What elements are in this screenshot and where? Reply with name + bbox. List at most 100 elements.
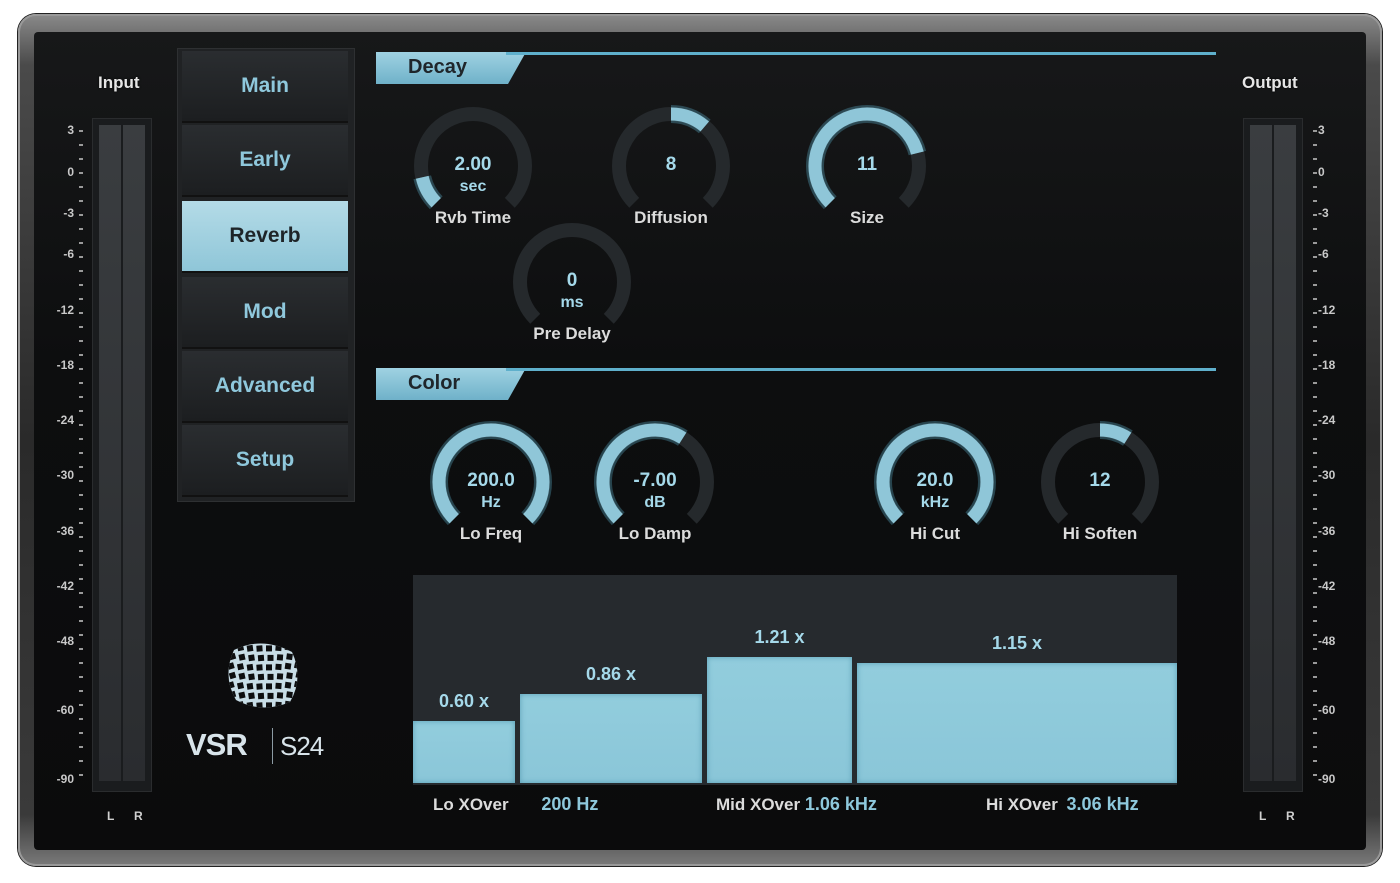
logo-mesh-cell (284, 662, 292, 670)
output-meter-title: Output (1242, 73, 1298, 92)
logo-mesh-cell (266, 664, 272, 671)
meter-tick (1313, 620, 1317, 622)
meter-tick (1313, 172, 1317, 174)
logo-mesh-cell (256, 645, 263, 652)
lo-freq-unit: Hz (481, 494, 501, 511)
meter-tick (1313, 186, 1317, 188)
color-section-line (506, 368, 1216, 371)
pre-delay-label: Pre Delay (533, 324, 611, 343)
diffusion-knob[interactable]: 8 Diffusion (606, 104, 736, 234)
meter-tick (79, 774, 83, 776)
meter-scale-label: -24 (56, 413, 74, 427)
logo-mesh-cell (286, 653, 293, 661)
meter-tick (1313, 592, 1317, 594)
logo-mesh-cell (295, 671, 298, 679)
pre-delay-knob[interactable]: 0 ms Pre Delay (507, 220, 637, 350)
lo-xover-label: Lo XOver (433, 795, 509, 814)
size-label: Size (849, 208, 885, 227)
tab-reverb[interactable]: Reverb (182, 201, 348, 273)
hi-cut-knob[interactable]: 20.0 kHz Hi Cut (870, 420, 1000, 550)
input-channel-right: R (134, 809, 143, 823)
hi-xover[interactable]: Hi XOver 3.06 kHz (986, 794, 1139, 815)
brand-divider (272, 728, 273, 764)
meter-tick (1313, 690, 1317, 692)
meter-scale-label: -18 (1318, 358, 1336, 372)
meter-tick (79, 298, 83, 300)
logo-mesh-cell (238, 691, 246, 699)
logo-mesh-cell (267, 692, 274, 699)
tab-early[interactable]: Early (182, 125, 348, 197)
rvb-time-knob[interactable]: 2.00 sec Rvb Time (408, 104, 538, 234)
meter-tick (1313, 200, 1317, 202)
meter-tick (79, 494, 83, 496)
output-meter (1243, 118, 1303, 792)
tab-setup[interactable]: Setup (182, 425, 348, 497)
lo-freq-label: Lo Freq (459, 524, 523, 543)
tab-main[interactable]: Main (182, 51, 348, 123)
lo-damp-unit: dB (644, 494, 666, 511)
meter-tick (1313, 774, 1317, 776)
input-meter-title: Input (98, 73, 140, 92)
meter-scale-label: -90 (1318, 772, 1336, 786)
input-meter-right-bar (123, 125, 145, 781)
tab-mod[interactable]: Mod (182, 277, 348, 349)
size-knob[interactable]: 11 Size (802, 104, 932, 234)
logo-mesh-cell (266, 645, 272, 652)
logo-mesh-cell (286, 672, 293, 680)
meter-scale-label: -24 (1318, 413, 1336, 427)
lo-xover-value[interactable]: 200 Hz (541, 794, 598, 814)
meter-tick (79, 648, 83, 650)
meter-scale-label: -48 (1318, 634, 1336, 648)
band-bar[interactable] (707, 657, 852, 783)
band-bar[interactable] (857, 663, 1177, 783)
lo-damp-knob[interactable]: -7.00 dB Lo Damp (590, 420, 720, 550)
meter-tick (79, 634, 83, 636)
meter-tick (79, 368, 83, 370)
meter-scale-label: -36 (1318, 524, 1336, 538)
lo-freq-knob[interactable]: 200.0 Hz Lo Freq (426, 420, 556, 550)
mid-xover-value[interactable]: 1.06 kHz (805, 794, 877, 814)
meter-tick (1313, 662, 1317, 664)
band-bar[interactable] (520, 693, 702, 783)
logo-mesh-cell (256, 683, 263, 690)
meter-tick (79, 522, 83, 524)
output-channel-right: R (1286, 809, 1295, 823)
logo-mesh-cell (275, 701, 282, 708)
meter-tick (79, 186, 83, 188)
output-meter-right-bar (1274, 125, 1296, 781)
meter-tick (1313, 760, 1317, 762)
band-bar[interactable] (413, 720, 515, 783)
meter-scale-label: -3 (63, 206, 74, 220)
meter-scale-label: -90 (56, 772, 74, 786)
tab-advanced[interactable]: Advanced (182, 351, 348, 423)
meter-tick (79, 242, 83, 244)
lo-freq-value: 200.0 (467, 470, 515, 491)
meter-tick (79, 158, 83, 160)
meter-tick (79, 228, 83, 230)
meter-tick (1313, 480, 1317, 482)
meter-scale-label: -60 (1318, 703, 1336, 717)
pre-delay-value: 0 (566, 270, 578, 291)
meter-tick (79, 536, 83, 538)
mid-xover-label: Mid XOver (716, 795, 801, 814)
logo-mesh-cell (248, 673, 255, 681)
meter-scale-label: -42 (56, 579, 74, 593)
meter-tick (1313, 340, 1317, 342)
logo-mesh-cell (257, 692, 265, 700)
logo-mesh-cell (275, 663, 282, 671)
hi-soften-knob[interactable]: 12 Hi Soften (1035, 420, 1165, 550)
band-multiplier-label: 0.60 x (438, 690, 490, 711)
logo-mesh-cell (276, 692, 284, 699)
lo-xover[interactable]: Lo XOver 200 Hz (433, 794, 598, 815)
meter-tick (1313, 270, 1317, 272)
logo-mesh-cell (284, 643, 292, 651)
logo-mesh-cell (284, 681, 292, 689)
meter-tick (1313, 578, 1317, 580)
logo-mesh-cell (236, 644, 245, 652)
meter-tick (79, 452, 83, 454)
meter-tick (79, 564, 83, 566)
mid-xover[interactable]: Mid XOver 1.06 kHz (716, 794, 877, 815)
logo-mesh-cell (275, 644, 282, 652)
logo-mesh-cell (246, 663, 254, 671)
hi-xover-value[interactable]: 3.06 kHz (1067, 794, 1139, 814)
